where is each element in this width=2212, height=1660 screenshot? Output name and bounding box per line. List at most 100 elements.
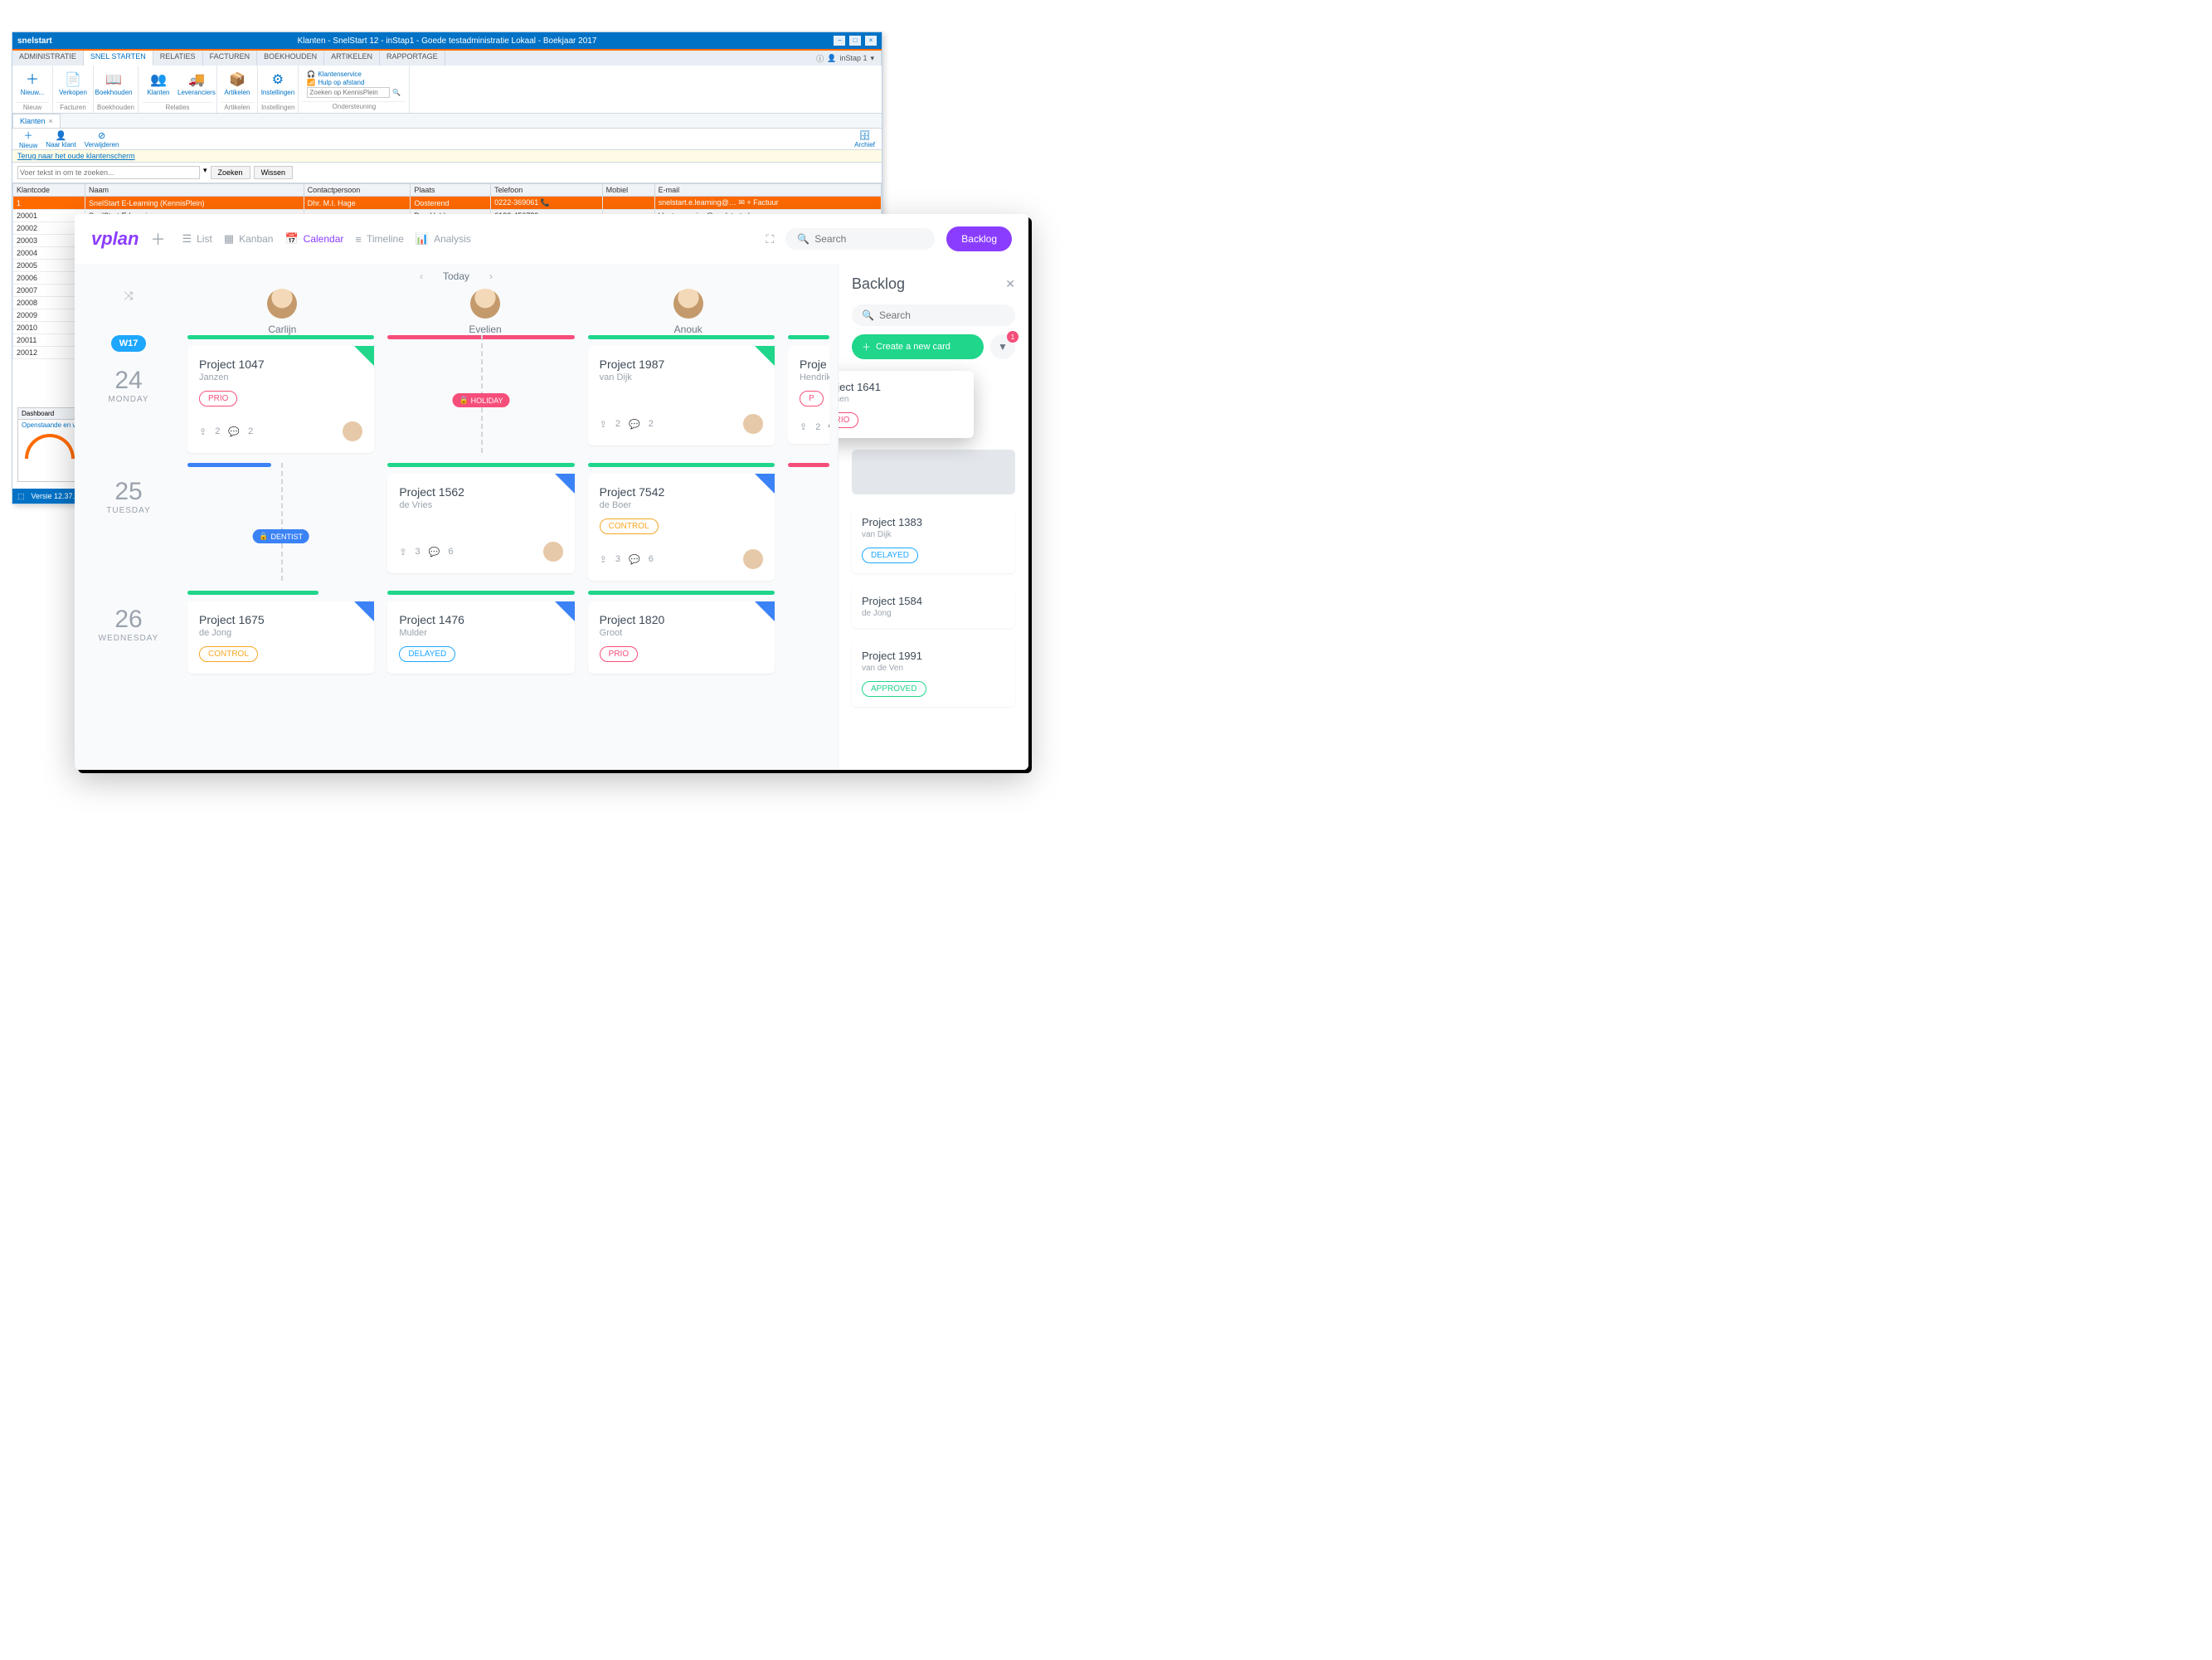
minimize-button[interactable]: – [834,36,845,46]
help-icon[interactable]: ⓘ [816,53,824,64]
support-hulp[interactable]: 📶Hulp op afstand [307,79,401,86]
card-project-7542[interactable]: Project 7542 de Boer CONTROL ⇪3💬6 [588,474,775,581]
search-icon[interactable]: 🔍 [392,89,401,96]
pill-control: CONTROL [199,646,258,662]
ribbon-artikelen[interactable]: 📦Artikelen [221,67,254,102]
view-kanban[interactable]: ▦Kanban [224,232,274,246]
view-calendar[interactable]: 📅Calendar [284,232,343,246]
progress-bar [387,463,574,467]
tab-administratie[interactable]: ADMINISTRATIE [12,51,84,66]
ribbon-klanten[interactable]: 👥Klanten [142,67,175,102]
chart-icon: 📊 [416,232,429,246]
pill-delayed: DELAYED [862,548,918,563]
search-input[interactable] [814,233,923,245]
doc-tab-klanten[interactable]: Klanten× [12,114,61,128]
upload-icon: ⇪ [399,547,406,557]
close-tab-icon[interactable]: × [49,117,53,125]
tab-snel-starten[interactable]: SNEL STARTEN [84,51,153,66]
pill-prio: PRIO [199,391,237,406]
grid-search-input[interactable] [17,166,200,179]
main-tabs: ADMINISTRATIE SNEL STARTEN RELATIES FACT… [12,51,882,66]
toolbar-naar-klant[interactable]: 👤Naar klant [46,130,75,148]
filter-button[interactable]: ▼1 [990,334,1015,359]
shuffle-icon[interactable]: ⤨ [83,289,174,303]
card-project-1562[interactable]: Project 1562 de Vries ⇪3💬6 [387,474,574,573]
ribbon-verkopen[interactable]: 📄Verkopen [56,67,90,102]
progress-bar [187,463,271,467]
card-project-1987[interactable]: Project 1987 van Dijk ⇪2💬2 [588,346,775,445]
user-menu[interactable]: ⓘ 👤 inStap 1 ▾ [809,51,882,66]
backlog-button[interactable]: Backlog [946,226,1012,251]
box-icon: 📦 [229,74,246,87]
card-project-1047[interactable]: Project 1047 Janzen PRIO ⇪2💬2 [187,346,374,453]
card-partial[interactable]: Proje Hendrik P ⇪2💬2 [788,346,829,444]
toolbar-archief[interactable]: 🗄Archief [854,130,875,148]
backlog-card[interactable]: Project 1991 van de Ven APPROVED [852,640,1015,707]
tab-rapportage[interactable]: RAPPORTAGE [380,51,445,66]
chat-icon: 💬 [629,419,640,430]
col-telefoon[interactable]: Telefoon [491,184,602,197]
backlog-card[interactable]: Project 1383 van Dijk DELAYED [852,506,1015,573]
toolbar-nieuw[interactable]: ＋Nieuw [19,129,37,149]
col-contact[interactable]: Contactpersoon [304,184,411,197]
kennisplein-search[interactable] [307,87,390,98]
kanban-icon: ▦ [224,232,234,246]
cell-tel: 0222-369061 📞 [491,197,602,210]
document-tabs: Klanten× [12,114,882,129]
create-card-button[interactable]: ＋Create a new card [852,334,984,359]
col-email[interactable]: E-mail [654,184,881,197]
backlog-search-input[interactable] [879,309,1005,321]
chat-icon: 💬 [429,547,440,557]
person-evelien: Evelien [391,289,581,335]
version-label: Versie 12.37.3 [32,492,80,500]
link-back[interactable]: Terug naar het oude klantenscherm [17,152,135,160]
progress-bar [588,463,775,467]
close-backlog[interactable]: ✕ [1005,277,1015,291]
table-row[interactable]: 1SnelStart E-Learning (KennisPlein)Dhr. … [13,197,882,210]
view-analysis[interactable]: 📊Analysis [416,232,471,246]
week-badge: W17 [111,335,147,352]
ribbon-leveranciers[interactable]: 🚚Leveranciers [180,67,213,102]
view-timeline[interactable]: ≡Timeline [355,233,404,246]
col-klantcode[interactable]: Klantcode [13,184,85,197]
col-naam[interactable]: Naam [85,184,304,197]
col-plaats[interactable]: Plaats [411,184,491,197]
tab-facturen[interactable]: FACTUREN [203,51,258,66]
today-label[interactable]: Today [443,270,469,282]
tab-boekhouden[interactable]: BOEKHOUDEN [257,51,324,66]
view-list[interactable]: ☰List [182,232,211,246]
progress-bar [187,335,374,339]
backlog-card[interactable]: Project 1584 de Jong [852,585,1015,628]
search-button[interactable]: Zoeken [211,166,250,179]
calendar-board: W17 24MONDAY Project 1047 Janzen PRIO ⇪2… [75,335,838,770]
next-day[interactable]: › [489,270,493,282]
pill-prio: PRIO [838,412,858,428]
toolbar-verwijderen[interactable]: ⊘Verwijderen [85,130,119,148]
maximize-button[interactable]: □ [849,36,861,46]
chat-icon: 💬 [228,426,240,437]
support-klantenservice[interactable]: 🎧Klantenservice [307,71,401,78]
prev-day[interactable]: ‹ [420,270,423,282]
card-project-1476[interactable]: Project 1476 Mulder DELAYED [387,601,574,674]
clear-button[interactable]: Wissen [254,166,294,179]
vplan-search[interactable]: 🔍 [785,228,935,250]
wifi-icon: 📶 [307,79,315,86]
card-project-1675[interactable]: Project 1675 de Jong CONTROL [187,601,374,674]
upload-icon: ⇪ [600,554,607,565]
backlog-card-dragging[interactable]: Project 1641 Hansen PRIO [838,371,974,438]
card-corner [555,474,575,494]
ribbon-instellingen[interactable]: ⚙Instellingen [261,67,294,102]
tab-relaties[interactable]: RELATIES [153,51,203,66]
add-button[interactable]: ＋ [150,228,165,250]
expand-icon[interactable]: ⛶ [766,232,774,246]
col-mobiel[interactable]: Mobiel [602,184,654,197]
ribbon-boekhouden[interactable]: 📖Boekhouden [97,67,130,102]
progress-bar [788,335,829,339]
ribbon-nieuw[interactable]: ＋Nieuw... [16,67,49,102]
card-project-1820[interactable]: Project 1820 Groot PRIO [588,601,775,674]
backlog-search[interactable]: 🔍 [852,304,1015,326]
tab-artikelen[interactable]: ARTIKELEN [324,51,380,66]
vplan-logo: vplan [91,228,139,250]
close-button[interactable]: × [865,36,877,46]
dropdown-icon[interactable]: ▾ [203,166,207,179]
